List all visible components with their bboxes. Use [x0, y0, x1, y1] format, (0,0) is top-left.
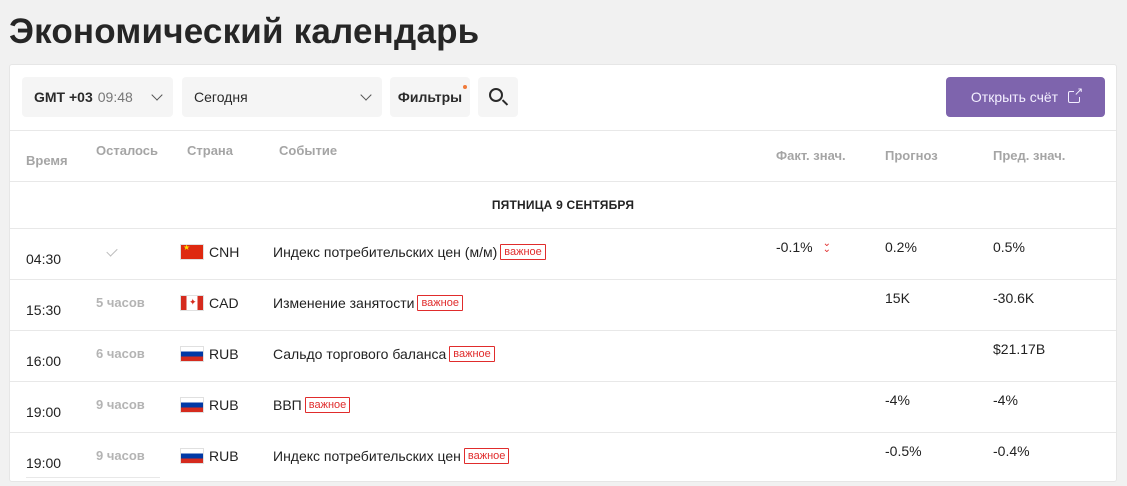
country-cell: RUB — [180, 346, 239, 362]
russia-flag-icon — [180, 397, 204, 413]
header-country: Страна — [187, 143, 234, 158]
previous-value: -30.6K — [993, 290, 1035, 306]
china-flag-icon — [180, 244, 204, 260]
timezone-select[interactable]: GMT +03 09:48 — [22, 77, 173, 117]
event-time: 15:30 — [26, 302, 62, 318]
event-name[interactable]: Индекс потребительских цен — [273, 448, 461, 464]
event-cell: Индекс потребительских цен важное — [273, 448, 510, 464]
divider — [10, 130, 1116, 131]
previous-value: -0.4% — [993, 443, 1030, 459]
time-left: 5 часов — [96, 295, 145, 310]
table-row[interactable]: 19:00 9 часов RUB Индекс потребительских… — [10, 433, 1116, 481]
filters-label: Фильтры — [397, 89, 463, 105]
importance-badge: важное — [449, 346, 495, 362]
country-code: RUB — [209, 346, 239, 362]
calendar-card: GMT +03 09:48 Сегодня Фильтры Открыть сч… — [9, 64, 1117, 482]
day-select[interactable]: Сегодня — [182, 77, 382, 117]
chevron-down-icon — [151, 89, 163, 101]
country-code: RUB — [209, 397, 239, 413]
header-previous: Пред. знач. — [993, 148, 1066, 163]
event-time: 04:30 — [26, 251, 62, 267]
event-name[interactable]: Изменение занятости — [273, 295, 414, 311]
event-cell: Сальдо торгового баланса важное — [273, 346, 495, 362]
forecast-value: 0.2% — [885, 239, 917, 255]
timezone-time: 09:48 — [97, 89, 133, 105]
forecast-value: -0.5% — [885, 443, 922, 459]
event-name[interactable]: Индекс потребительских цен (м/м) — [273, 244, 497, 260]
event-time: 19:00 — [26, 455, 62, 471]
forecast-value: -4% — [885, 392, 910, 408]
event-name[interactable]: ВВП — [273, 397, 302, 413]
importance-badge: важное — [304, 397, 351, 413]
country-code: CNH — [209, 244, 240, 260]
filters-button[interactable]: Фильтры — [390, 77, 470, 117]
chevron-down-icon — [360, 89, 372, 101]
country-code: CAD — [209, 295, 239, 311]
previous-value: -4% — [993, 392, 1018, 408]
time-left: 6 часов — [96, 346, 145, 361]
event-cell: Индекс потребительских цен (м/м) важное — [273, 244, 546, 260]
open-account-button[interactable]: Открыть счёт — [946, 77, 1105, 117]
previous-value: 0.5% — [993, 239, 1025, 255]
time-left: 9 часов — [96, 397, 145, 412]
filter-indicator-dot — [463, 85, 467, 89]
double-chevron-down-icon: ⌄ ⌄ — [822, 238, 831, 255]
event-time: 19:00 — [26, 404, 62, 420]
event-cell: Изменение занятости важное — [273, 295, 463, 311]
day-select-value: Сегодня — [194, 89, 248, 105]
header-event: Событие — [279, 143, 338, 158]
open-account-label: Открыть счёт — [970, 89, 1059, 105]
actual-value: -0.1% — [776, 239, 813, 255]
country-cell: CNH — [180, 244, 239, 260]
scroll-edge — [26, 477, 160, 481]
canada-flag-icon — [180, 295, 204, 311]
event-cell: ВВП важное — [273, 397, 351, 413]
search-button[interactable] — [478, 77, 518, 117]
header-left: Осталось — [96, 143, 159, 158]
event-time: 16:00 — [26, 353, 62, 369]
table-row[interactable]: 16:00 6 часов RUB Сальдо торгового балан… — [10, 331, 1116, 382]
forecast-value: 15K — [885, 290, 910, 306]
russia-flag-icon — [180, 346, 204, 362]
table-row[interactable]: 04:30 CNH Индекс потребительских цен (м/… — [10, 229, 1116, 280]
timezone-gmt: GMT +03 — [34, 89, 93, 105]
importance-badge: важное — [500, 244, 546, 260]
page-title: Экономический календарь — [9, 12, 480, 51]
time-left: 9 часов — [96, 448, 145, 463]
event-name[interactable]: Сальдо торгового баланса — [273, 346, 446, 362]
header-time: Время — [26, 153, 68, 168]
search-icon — [489, 88, 503, 102]
table-row[interactable]: 15:30 5 часов CAD Изменение занятости ва… — [10, 280, 1116, 331]
russia-flag-icon — [180, 448, 204, 464]
country-code: RUB — [209, 448, 239, 464]
header-forecast: Прогноз — [885, 148, 938, 163]
country-cell: CAD — [180, 295, 239, 311]
importance-badge: важное — [463, 448, 510, 464]
header-actual: Факт. знач. — [776, 148, 846, 163]
table-row[interactable]: 19:00 9 часов RUB ВВП важное -4% -4% — [10, 382, 1116, 433]
importance-badge: важное — [417, 295, 463, 311]
actual-value-cell: -0.1% ⌄ ⌄ — [776, 238, 831, 256]
external-link-icon — [1068, 86, 1084, 103]
country-cell: RUB — [180, 448, 239, 464]
date-group-label: ПЯТНИЦА 9 СЕНТЯБРЯ — [491, 197, 635, 212]
toolbar: GMT +03 09:48 Сегодня Фильтры Открыть сч… — [10, 65, 1116, 130]
country-cell: RUB — [180, 397, 239, 413]
previous-value: $21.17B — [993, 341, 1046, 357]
check-icon — [106, 245, 118, 257]
